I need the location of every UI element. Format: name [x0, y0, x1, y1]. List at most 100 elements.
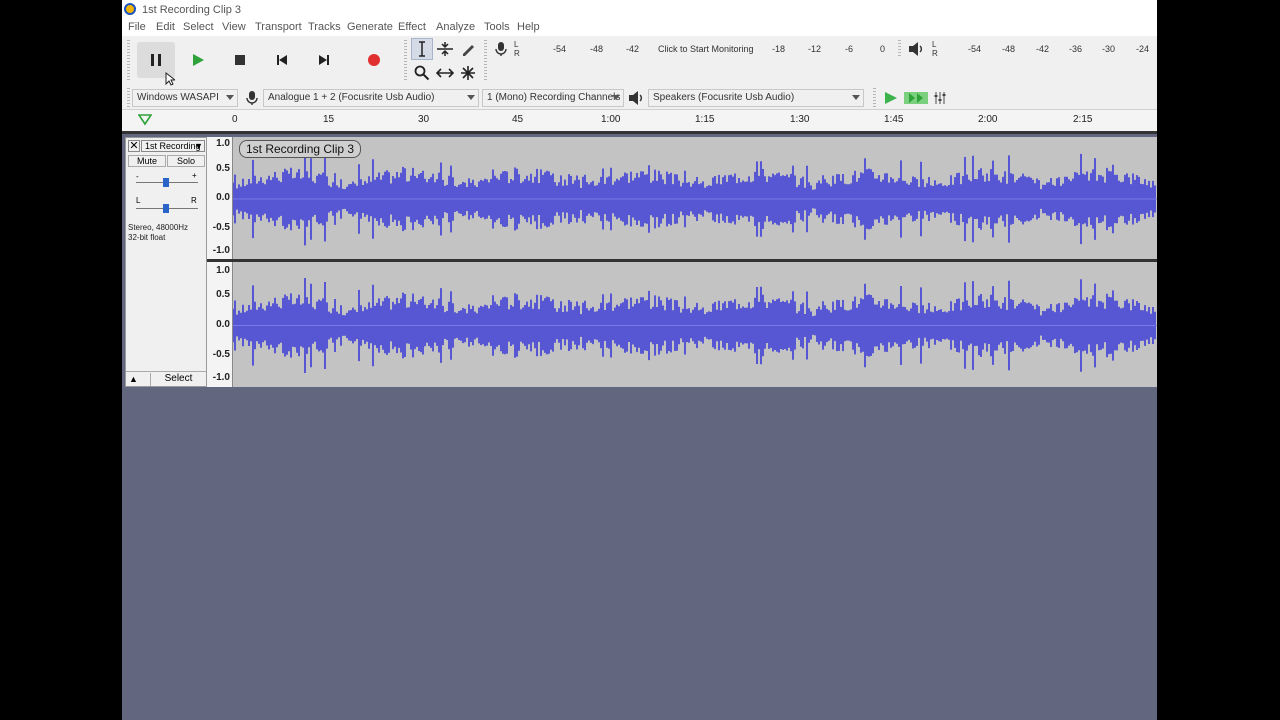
channel-left-label: L [514, 40, 519, 49]
envelope-tool[interactable] [434, 38, 456, 60]
play-at-speed-button[interactable] [880, 87, 902, 109]
menu-effect[interactable]: Effect [398, 21, 426, 33]
stop-icon [235, 55, 245, 65]
vruler-tick: 0.0 [216, 319, 230, 330]
speed-slider-icon [904, 92, 928, 104]
envelope-icon [437, 42, 453, 56]
recording-device-select[interactable]: Analogue 1 + 2 (Focusrite Usb Audio) [263, 89, 479, 107]
waveform-right-channel[interactable] [233, 262, 1157, 387]
click-to-start-monitoring[interactable]: Click to Start Monitoring [658, 44, 754, 54]
speaker-icon [909, 42, 922, 56]
meter-tick: -36 [1069, 44, 1083, 54]
vruler-tick: 0.5 [216, 163, 230, 174]
microphone-icon [495, 42, 507, 56]
menu-analyze[interactable]: Analyze [436, 21, 475, 33]
stop-button[interactable] [221, 42, 259, 78]
vruler-tick: -0.5 [212, 222, 230, 233]
meter-tick: -48 [1002, 44, 1016, 54]
vertical-ruler[interactable]: 1.0 0.5 0.0 -0.5 -1.0 1.0 0.5 0.0 -0.5 -… [207, 137, 233, 387]
menu-select[interactable]: Select [183, 21, 214, 33]
skip-to-end-icon [319, 55, 329, 65]
audacity-window: 1st Recording Clip 3 File Edit Select Vi… [122, 0, 1157, 720]
timeline-ruler[interactable]: 0 15 30 45 1:00 1:15 1:30 1:45 2:00 2:15 [122, 110, 1157, 134]
vruler-tick: 0.5 [216, 289, 230, 300]
pencil-icon [463, 45, 474, 56]
meter-tick: -24 [1136, 44, 1150, 54]
menu-help[interactable]: Help [517, 21, 540, 33]
playback-device-value: Speakers (Focusrite Usb Audio) [653, 92, 795, 103]
track-name: 1st Recording [145, 141, 201, 151]
solo-button[interactable]: Solo [167, 155, 205, 167]
menu-tools[interactable]: Tools [484, 21, 510, 33]
audio-host-value: Windows WASAPI [137, 92, 219, 103]
collapse-track-icon[interactable]: ▲ [129, 374, 138, 384]
toolbar-grip[interactable] [873, 88, 876, 108]
toolbar-area: L R -54 -48 -42 Click to Start Monitorin… [122, 36, 1157, 110]
magnifier-icon [414, 65, 430, 81]
track-bit-depth: 32-bit float [128, 233, 166, 242]
channel-left-label: L [932, 40, 937, 49]
menu-edit[interactable]: Edit [156, 21, 175, 33]
toolbar-grip[interactable] [484, 40, 487, 80]
ruler-tick: 2:15 [1073, 114, 1093, 125]
menu-transport[interactable]: Transport [255, 21, 302, 33]
chevron-down-icon: ▼ [194, 141, 203, 151]
toolbar-grip[interactable] [127, 88, 130, 108]
ruler-tick: 30 [418, 114, 430, 125]
playback-meter-button[interactable] [905, 38, 927, 60]
toolbar-grip[interactable] [404, 40, 407, 80]
play-icon [193, 54, 204, 66]
selection-tool[interactable] [411, 38, 433, 60]
waveform-graphic [233, 152, 1157, 246]
close-track-button[interactable]: ✕ [128, 140, 140, 152]
audio-host-select[interactable]: Windows WASAPI [132, 89, 238, 107]
gain-slider-thumb[interactable] [163, 178, 169, 187]
skip-to-start-button[interactable] [263, 42, 301, 78]
track-panel: ✕ 1st Recording ▼ Mute Solo - + L R Ster… [122, 137, 1157, 387]
waveform-left-channel[interactable] [233, 137, 1157, 259]
recording-channels-select[interactable]: 1 (Mono) Recording Channels [482, 89, 624, 107]
record-meter[interactable]: -54 -48 -42 Click to Start Monitoring -1… [522, 38, 892, 60]
record-button[interactable] [355, 42, 393, 78]
multi-tool[interactable] [457, 62, 479, 84]
gain-minus-label: - [136, 172, 139, 181]
toolbar-grip[interactable] [127, 40, 130, 80]
mute-button[interactable]: Mute [128, 155, 166, 167]
ruler-tick: 1:30 [790, 114, 810, 125]
track-name-menu[interactable]: 1st Recording ▼ [141, 140, 205, 152]
window-title: 1st Recording Clip 3 [142, 4, 242, 16]
menu-tracks[interactable]: Tracks [308, 21, 341, 33]
channel-right-label: R [932, 49, 938, 58]
play-button[interactable] [179, 42, 217, 78]
record-meter-button[interactable] [490, 38, 512, 60]
play-at-speed-icon [885, 92, 897, 104]
playback-meter[interactable]: -54 -48 -42 -36 -30 -24 [940, 38, 1157, 60]
toolbar-grip[interactable] [898, 40, 901, 58]
speed-slider[interactable] [903, 87, 929, 109]
meter-tick: -54 [553, 44, 567, 54]
playback-meter-channels: L R [932, 40, 938, 58]
playback-device-select[interactable]: Speakers (Focusrite Usb Audio) [648, 89, 864, 107]
audio-setup-button[interactable] [929, 87, 951, 109]
ruler-tick: 15 [323, 114, 335, 125]
ruler-tick: 1:00 [601, 114, 621, 125]
ruler-tick: 0 [232, 114, 238, 125]
vruler-tick: 0.0 [216, 192, 230, 203]
meter-tick: -42 [1036, 44, 1050, 54]
time-shift-tool[interactable] [434, 62, 456, 84]
select-track-button[interactable]: Select [150, 373, 206, 386]
ruler-tick: 2:00 [978, 114, 998, 125]
clip-name-label[interactable]: 1st Recording Clip 3 [239, 140, 362, 158]
chevron-down-icon [852, 95, 860, 100]
settings-slider-icon [934, 92, 946, 104]
draw-tool[interactable] [457, 38, 479, 60]
menu-generate[interactable]: Generate [347, 21, 393, 33]
timeline-options-icon[interactable] [138, 114, 152, 126]
menu-view[interactable]: View [222, 21, 246, 33]
chevron-down-icon [467, 95, 475, 100]
menu-file[interactable]: File [128, 21, 146, 33]
pan-slider-thumb[interactable] [163, 204, 169, 213]
zoom-tool[interactable] [411, 62, 433, 84]
track-control-panel: ✕ 1st Recording ▼ Mute Solo - + L R Ster… [125, 137, 207, 387]
skip-to-end-button[interactable] [305, 42, 343, 78]
